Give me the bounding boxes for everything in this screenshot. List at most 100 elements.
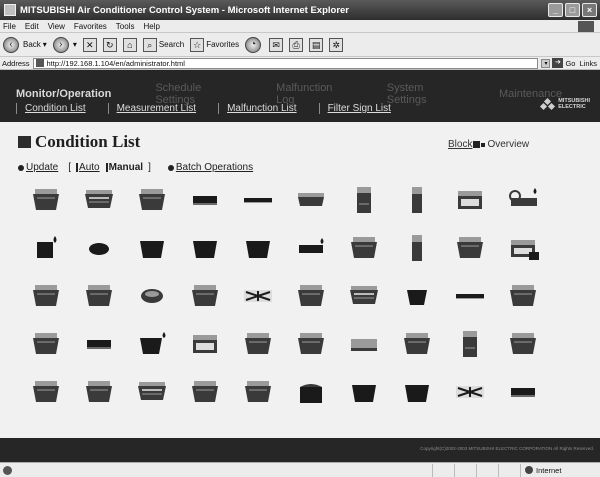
unit-icon-ceiling-grille-flag[interactable] xyxy=(503,232,543,266)
refresh-button[interactable]: ↻ xyxy=(102,37,117,52)
unit-icon-wall-drop[interactable] xyxy=(291,232,331,266)
unit-icon-wall-thin[interactable] xyxy=(450,280,490,314)
favorites-button[interactable]: ☆ Favorites xyxy=(190,37,239,52)
unit-icon-ceiling-4way[interactable] xyxy=(185,376,225,410)
unit-icon-wall-thin[interactable] xyxy=(238,184,278,218)
browser-toolbar: ‹ Back ▾ › ▾ ✕ ↻ ⌂ ⌕ Search ☆ Favorites … xyxy=(0,33,600,57)
unit-icon-wall-slim[interactable] xyxy=(185,184,225,218)
nav-monitor-operation[interactable]: Monitor/Operation xyxy=(16,88,111,100)
unit-icon-ceiling-4way[interactable] xyxy=(503,280,543,314)
manual-indicator-icon xyxy=(105,163,108,172)
menu-view[interactable]: View xyxy=(48,22,65,31)
unit-icon-ceiling-4way[interactable] xyxy=(185,280,225,314)
unit-icon-ceiling-4way[interactable] xyxy=(26,376,66,410)
unit-icon-floor-tall[interactable] xyxy=(344,184,384,218)
unit-icon-ceiling-4way-wide[interactable] xyxy=(344,280,384,314)
unit-icon-trapezoid-drop[interactable] xyxy=(132,328,172,362)
unit-icon-floor-tall[interactable] xyxy=(450,328,490,362)
sub-nav-divider xyxy=(318,103,320,114)
title-block-icon xyxy=(18,136,31,148)
messenger-button[interactable]: ✲ xyxy=(329,37,344,52)
unit-icon-ceiling-4way[interactable] xyxy=(291,280,331,314)
back-dropdown-icon[interactable]: ▾ xyxy=(43,40,47,49)
block-view-link[interactable]: Block xyxy=(448,139,472,150)
unit-icon-ceiling-grille[interactable] xyxy=(185,328,225,362)
unit-icon-floor-tall-slim[interactable] xyxy=(397,232,437,266)
unit-icon-ceiling-4way[interactable] xyxy=(132,184,172,218)
edit-button[interactable]: ▤ xyxy=(309,37,324,52)
home-button[interactable]: ⌂ xyxy=(122,37,137,52)
unit-icon-ceiling-4way[interactable] xyxy=(344,232,384,266)
unit-icon-floor-tall-slim[interactable] xyxy=(397,184,437,218)
unit-icon-ceiling-4way[interactable] xyxy=(291,328,331,362)
unit-icon-ceiling-4way[interactable] xyxy=(397,328,437,362)
forward-dropdown-icon[interactable]: ▾ xyxy=(73,40,77,49)
subnav-malfunction-list[interactable]: Malfunction List xyxy=(227,103,296,114)
unit-icon-ceiling-4way[interactable] xyxy=(26,280,66,314)
unit-icon-trapezoid[interactable] xyxy=(185,232,225,266)
unit-icon-trapezoid[interactable] xyxy=(132,232,172,266)
menu-help[interactable]: Help xyxy=(143,22,159,31)
address-input[interactable]: http://192.168.1.104/en/administrator.ht… xyxy=(32,57,539,69)
subnav-condition-list[interactable]: Condition List xyxy=(25,103,86,114)
ceiling-4way-wide-icon xyxy=(85,190,113,208)
unit-icon-ceiling-4way[interactable] xyxy=(450,232,490,266)
unit-icon-ceiling-4way[interactable] xyxy=(79,376,119,410)
status-cell xyxy=(454,463,476,477)
search-button[interactable]: ⌕ Search xyxy=(142,37,184,52)
forward-button[interactable]: › ▾ xyxy=(52,36,77,53)
close-button[interactable]: × xyxy=(582,3,597,17)
back-button[interactable]: ‹ Back ▾ xyxy=(3,36,47,53)
unit-icon-ceiling-grille[interactable] xyxy=(450,184,490,218)
update-link[interactable]: Update xyxy=(26,162,58,173)
subnav-filter-sign-list[interactable]: Filter Sign List xyxy=(328,103,391,114)
menu-favorites[interactable]: Favorites xyxy=(74,22,107,31)
unit-icon-trapezoid[interactable] xyxy=(238,232,278,266)
go-arrow-icon: ➔ xyxy=(552,58,564,68)
history-icon: ◔ xyxy=(245,36,262,53)
unit-icon-lossnay-unit[interactable] xyxy=(503,184,543,218)
subnav-measurement-list[interactable]: Measurement List xyxy=(117,103,196,114)
unit-icon-ceiling-4way[interactable] xyxy=(26,184,66,218)
ceiling-4way-icon xyxy=(33,285,59,306)
unit-icon-wall-mid[interactable] xyxy=(344,328,384,362)
minimize-button[interactable]: _ xyxy=(548,3,563,17)
unit-icon-trapezoid-small[interactable] xyxy=(397,280,437,314)
maximize-button[interactable]: □ xyxy=(565,3,580,17)
block-view-icon xyxy=(473,141,481,148)
unit-icon-ceiling-grille-dark[interactable] xyxy=(291,376,331,410)
unit-icon-round-cassette[interactable] xyxy=(79,232,119,266)
status-cell xyxy=(498,463,520,477)
menu-tools[interactable]: Tools xyxy=(116,22,135,31)
unit-icon-ceiling-4way-wide[interactable] xyxy=(79,184,119,218)
unit-icon-wall-slim[interactable] xyxy=(79,328,119,362)
unit-icon-hot-water-unit[interactable] xyxy=(26,232,66,266)
unit-icon-ceiling-4way[interactable] xyxy=(238,328,278,362)
ceiling-4way-icon xyxy=(457,237,483,258)
unit-icon-wall-slim[interactable] xyxy=(503,376,543,410)
ceiling-4way-icon xyxy=(404,333,430,354)
unit-icon-ceiling-4way[interactable] xyxy=(503,328,543,362)
unit-icon-ceiling-4way[interactable] xyxy=(26,328,66,362)
history-button[interactable]: ◔ xyxy=(245,36,263,53)
unit-icon-cross-flow[interactable] xyxy=(238,280,278,314)
menu-edit[interactable]: Edit xyxy=(25,22,39,31)
print-button[interactable]: ⎙ xyxy=(289,37,304,52)
unit-icon-ceiling-4way[interactable] xyxy=(79,280,119,314)
address-dropdown-icon[interactable]: ▾ xyxy=(541,58,551,68)
stop-button[interactable]: ✕ xyxy=(82,37,97,52)
unit-icon-round-ceiling[interactable] xyxy=(132,280,172,314)
unit-icon-ceiling-4way-wide[interactable] xyxy=(132,376,172,410)
ceiling-4way-icon xyxy=(192,381,218,402)
unit-icon-trapezoid[interactable] xyxy=(344,376,384,410)
unit-icon-ceiling-4way-flat[interactable] xyxy=(291,184,331,218)
menu-file[interactable]: File xyxy=(3,22,16,31)
unit-icon-cross-flow[interactable] xyxy=(450,376,490,410)
unit-icon-trapezoid[interactable] xyxy=(397,376,437,410)
links-button[interactable]: Links xyxy=(579,59,597,68)
auto-link[interactable]: Auto xyxy=(79,162,100,173)
batch-operations-link[interactable]: Batch Operations xyxy=(176,162,253,173)
unit-icon-ceiling-4way[interactable] xyxy=(238,376,278,410)
mail-button[interactable]: ✉ xyxy=(269,37,284,52)
go-button[interactable]: ➔ Go xyxy=(552,58,575,68)
